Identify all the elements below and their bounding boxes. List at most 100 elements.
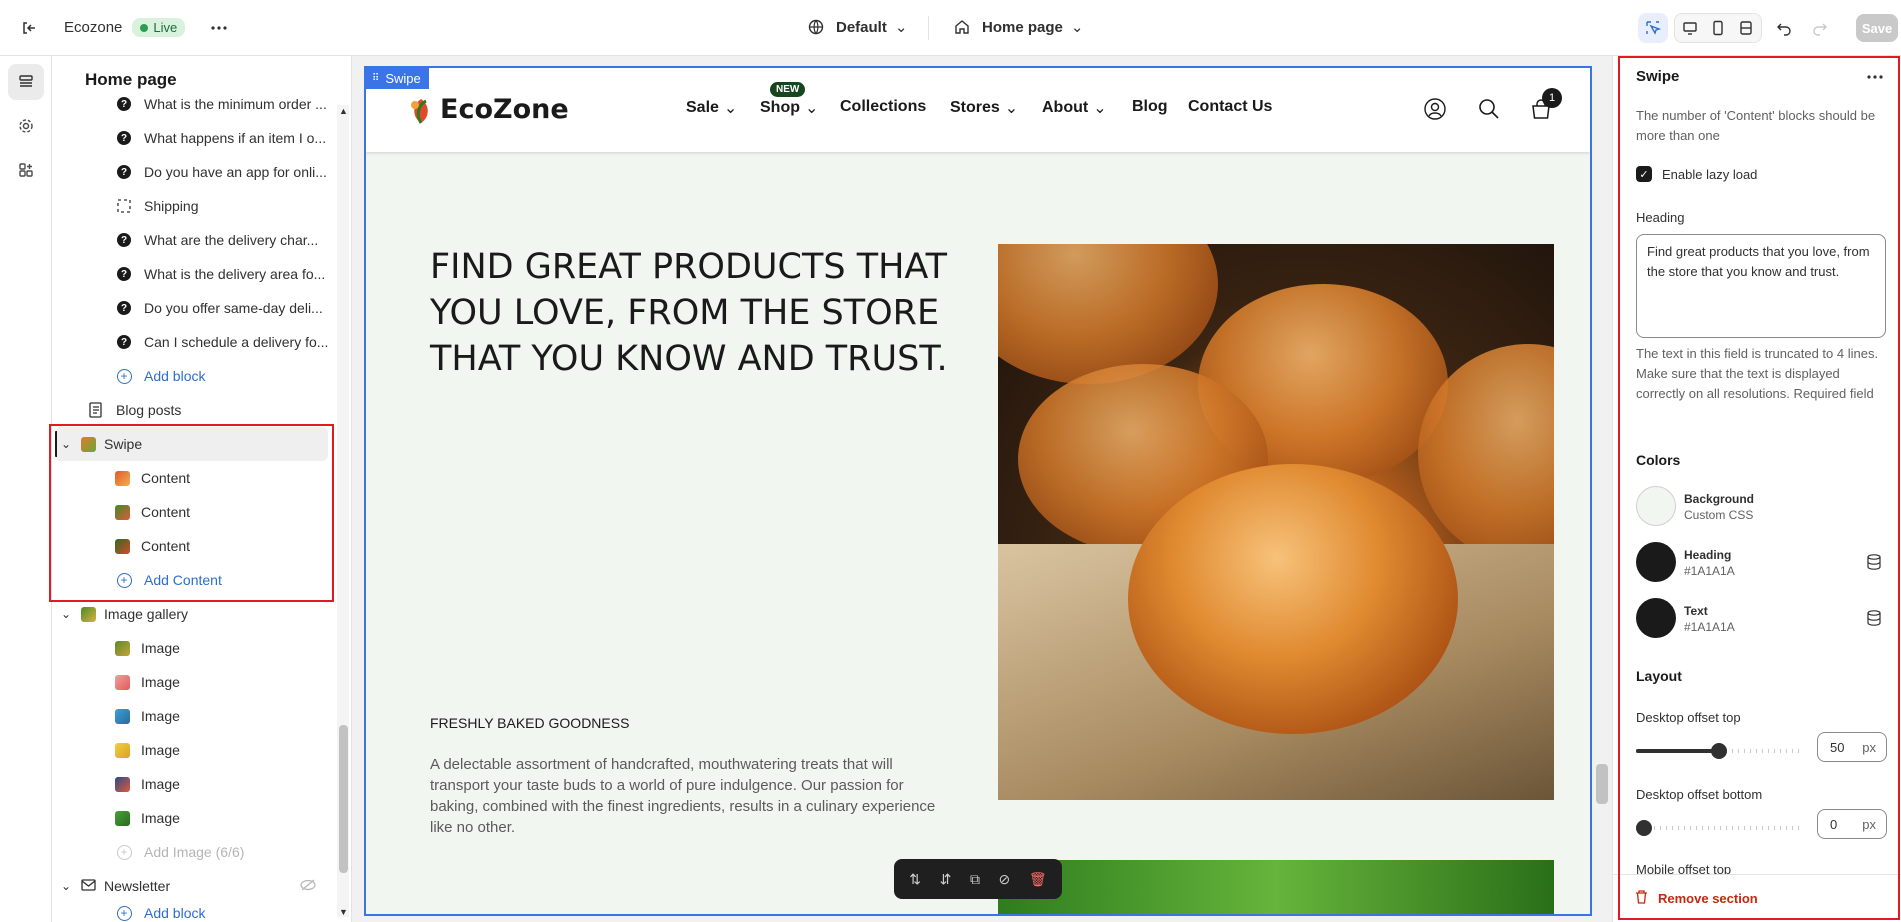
image-thumbnail xyxy=(115,810,130,826)
scroll-down-icon[interactable]: ▼ xyxy=(339,907,348,917)
redo-icon[interactable] xyxy=(1805,13,1835,43)
undo-icon[interactable] xyxy=(1769,13,1799,43)
tree-item-faq[interactable]: ? What happens if an item I o... xyxy=(52,121,332,155)
add-block-button[interactable]: + Add block xyxy=(52,359,332,393)
tree-item-image[interactable]: Image xyxy=(52,767,332,801)
tree-item-faq[interactable]: ? What are the delivery char... xyxy=(52,223,332,257)
chevron-down-icon: ⌄ xyxy=(1070,19,1084,36)
question-icon: ? xyxy=(115,265,133,283)
nav-contact[interactable]: Contact Us xyxy=(1188,98,1272,116)
store-logo[interactable]: EcoZone xyxy=(406,94,569,125)
tree-item-image[interactable]: Image xyxy=(52,665,332,699)
nav-label: Collections xyxy=(840,98,927,115)
store-header: EcoZone NEW Sale ⌄ Shop ⌄ Collections Stor… xyxy=(366,68,1590,152)
question-icon: ? xyxy=(115,333,133,351)
page-label: Home page xyxy=(982,18,1063,36)
tree-item-image-gallery[interactable]: ⌄ Image gallery xyxy=(52,597,332,631)
settings-gear-icon[interactable] xyxy=(8,108,44,144)
theme-label: Default xyxy=(836,18,887,36)
main-bun-shape xyxy=(1128,464,1458,734)
tree-item-image[interactable]: Image xyxy=(52,699,332,733)
theme-selector[interactable]: Default ⌄ xyxy=(808,18,907,36)
add-block-button[interactable]: + Add block xyxy=(52,903,332,922)
grid-icon: ⠿ xyxy=(372,72,380,84)
nav-blog[interactable]: Blog xyxy=(1132,98,1168,116)
tree-item-image[interactable]: Image xyxy=(52,631,332,665)
blog-icon xyxy=(87,401,105,419)
hero-heading: FIND GREAT PRODUCTS THAT YOU LOVE, FROM … xyxy=(430,247,948,379)
desktop-icon[interactable] xyxy=(1675,13,1705,43)
swipe-section-preview[interactable]: EcoZone NEW Sale ⌄ Shop ⌄ Collections Stor… xyxy=(364,66,1592,916)
question-icon: ? xyxy=(115,95,133,113)
tree-item-label: Image xyxy=(141,674,180,690)
tree-item-image[interactable]: Image xyxy=(52,733,332,767)
live-badge-label: Live xyxy=(153,20,178,35)
swipe-highlight-box xyxy=(49,424,334,602)
nav-shop[interactable]: Shop ⌄ xyxy=(760,98,818,118)
inspector-icon[interactable] xyxy=(1638,13,1668,43)
nav-about[interactable]: About ⌄ xyxy=(1042,98,1107,118)
tree-item-faq[interactable]: ? Do you have an app for onli... xyxy=(52,155,332,189)
delete-icon[interactable]: 🗑 xyxy=(1029,871,1047,888)
nav-collections[interactable]: Collections xyxy=(840,98,926,116)
apps-icon[interactable] xyxy=(8,152,44,188)
tree-item-faq[interactable]: ? Do you offer same-day deli... xyxy=(52,291,332,325)
sections-icon[interactable] xyxy=(8,64,44,100)
plus-circle-icon: + xyxy=(115,843,133,861)
image-thumbnail xyxy=(115,708,130,724)
chevron-down-icon: ⌄ xyxy=(805,100,819,117)
tree-item-faq[interactable]: ? Can I schedule a delivery fo... xyxy=(52,325,332,359)
nav-stores[interactable]: Stores ⌄ xyxy=(950,98,1018,118)
store-name: Ecozone Live xyxy=(64,18,186,37)
plus-circle-icon: + xyxy=(115,367,133,385)
tree-item-blog-posts[interactable]: Blog posts xyxy=(52,393,332,427)
exit-icon[interactable] xyxy=(14,13,44,43)
nav-label: About xyxy=(1042,99,1089,116)
question-icon: ? xyxy=(115,163,133,181)
add-block-label: Add block xyxy=(144,368,206,384)
nav-sale[interactable]: Sale ⌄ xyxy=(686,98,737,118)
tree-item-shipping[interactable]: Shipping xyxy=(52,189,332,223)
tree-item-newsletter[interactable]: ⌄ Newsletter xyxy=(52,869,332,903)
hide-icon[interactable]: ⊘ xyxy=(999,871,1011,888)
tree-item-faq[interactable]: ? What is the minimum order ... xyxy=(52,87,332,121)
preview-scrollbar[interactable] xyxy=(1596,764,1608,804)
image-thumbnail xyxy=(115,674,130,690)
hidden-eye-icon[interactable] xyxy=(300,878,316,894)
chevron-down-icon: ⌄ xyxy=(61,879,72,893)
nav-label: Stores xyxy=(950,99,1000,116)
tree-item-label: Do you offer same-day deli... xyxy=(144,300,323,316)
tree-item-faq[interactable]: ? What is the delivery area fo... xyxy=(52,257,332,291)
divider xyxy=(928,16,929,40)
tree-item-label: What is the delivery area fo... xyxy=(144,266,326,282)
logo-text: EcoZone xyxy=(440,94,569,125)
settings-highlight-box xyxy=(1618,56,1900,920)
move-up-icon[interactable]: ⇅ xyxy=(909,871,921,888)
more-options-icon[interactable] xyxy=(204,13,234,43)
mobile-icon[interactable] xyxy=(1703,13,1733,43)
duplicate-icon[interactable]: ⧉ xyxy=(970,871,980,888)
section-tag[interactable]: ⠿ Swipe xyxy=(364,67,429,89)
hero-bread-image xyxy=(998,244,1554,800)
scroll-up-icon[interactable]: ▲ xyxy=(339,106,348,116)
tree-item-label: Image xyxy=(141,776,180,792)
save-button[interactable]: Save xyxy=(1856,14,1898,42)
search-icon[interactable] xyxy=(1478,98,1500,125)
page-selector[interactable]: Home page ⌄ xyxy=(954,18,1083,36)
left-panel-scroll-thumb[interactable] xyxy=(339,725,348,873)
tree-item-label: Can I schedule a delivery fo... xyxy=(144,334,329,350)
nav-label: Blog xyxy=(1132,98,1168,115)
nav-label: Shop xyxy=(760,99,800,116)
globe-icon xyxy=(808,19,824,35)
tree-item-label: Blog posts xyxy=(116,402,182,418)
tree-item-label: Image xyxy=(141,640,180,656)
tree-item-label: Do you have an app for onli... xyxy=(144,164,327,180)
move-down-icon[interactable]: ⇵ xyxy=(940,871,952,888)
hero-text: A delectable assortment of handcrafted, … xyxy=(430,756,936,836)
question-icon: ? xyxy=(115,231,133,249)
fullwidth-icon[interactable] xyxy=(1731,13,1761,43)
tree-item-label: What happens if an item I o... xyxy=(144,130,327,146)
tree-item-image[interactable]: Image xyxy=(52,801,332,835)
account-icon[interactable] xyxy=(1424,98,1446,125)
chevron-down-icon: ⌄ xyxy=(1004,100,1019,117)
